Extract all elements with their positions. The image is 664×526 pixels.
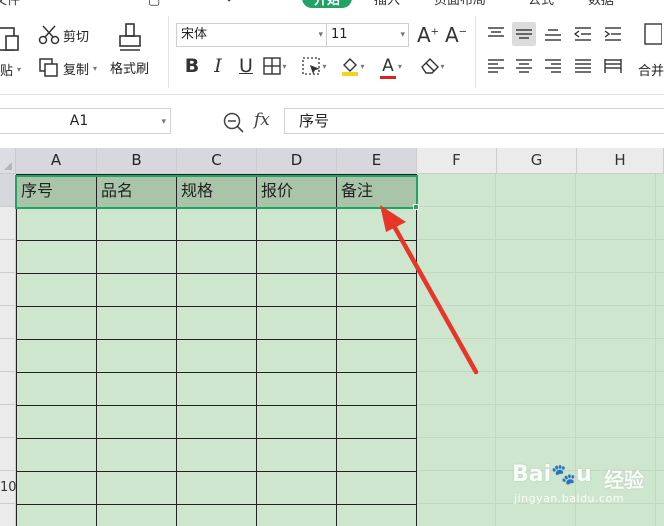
watermark-url: jingyan.baidu.com	[514, 492, 625, 505]
watermark-title: 经验	[604, 468, 644, 492]
baidu-jingyan-watermark: Bai🐾u 经验 jingyan.baidu.com	[508, 452, 664, 526]
annotation-arrow-icon	[380, 205, 479, 375]
baidu-logo: Bai🐾u	[512, 462, 592, 487]
spreadsheet-window: 文件 ▢ ↶ 开始 插入 页面布局 公式 数据 粘贴▾ 剪切	[0, 0, 664, 526]
